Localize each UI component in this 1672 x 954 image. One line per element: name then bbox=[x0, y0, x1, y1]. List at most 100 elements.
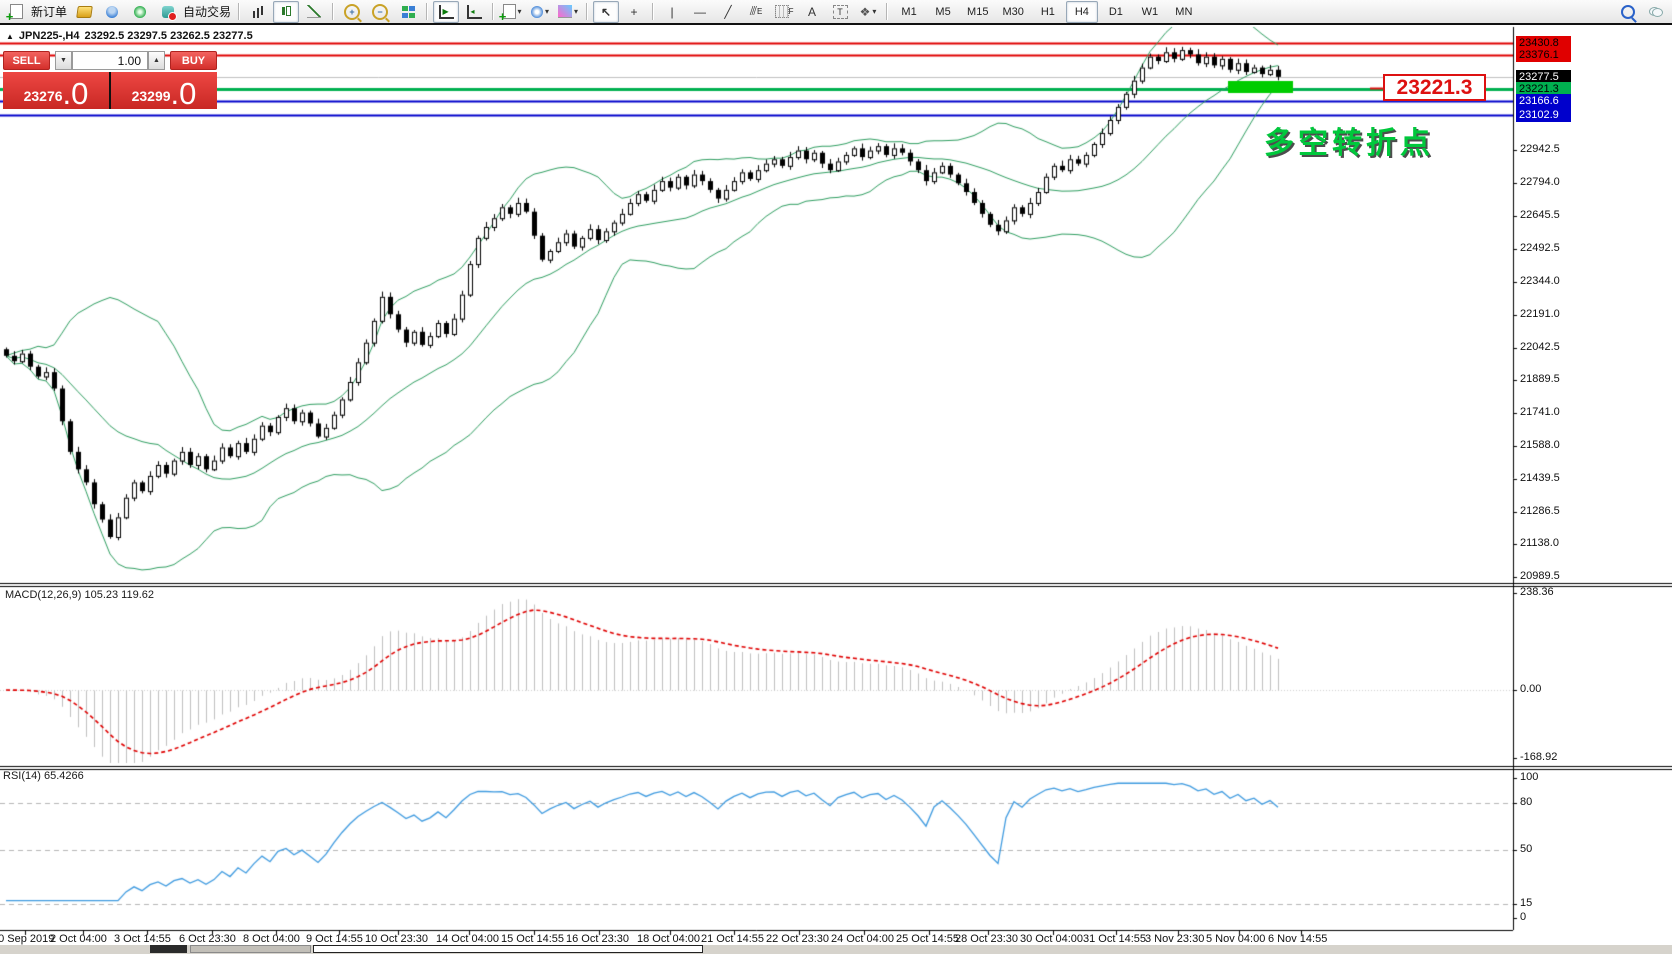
fibo-icon: ⫻ bbox=[750, 4, 757, 19]
chart-tab[interactable] bbox=[313, 945, 703, 953]
new-order-label[interactable]: 新订单 bbox=[31, 3, 67, 20]
price-callout-label[interactable]: 23221.3 bbox=[1383, 74, 1486, 101]
zoom-in-button[interactable]: + bbox=[339, 1, 365, 23]
macd-indicator-label: MACD(12,26,9) 105.23 119.62 bbox=[5, 589, 154, 601]
chart-tab[interactable] bbox=[150, 945, 187, 953]
autotrade-button[interactable] bbox=[155, 1, 181, 23]
cursor-tool[interactable]: ↖ bbox=[593, 1, 619, 23]
axis-tick-label: 22492.5 bbox=[1520, 242, 1560, 254]
accounts-button[interactable] bbox=[99, 1, 125, 23]
bar-chart-button[interactable] bbox=[245, 1, 271, 23]
tile-windows-icon bbox=[402, 6, 415, 18]
date-label: 22 Oct 23:30 bbox=[766, 933, 829, 945]
signals-button[interactable] bbox=[127, 1, 153, 23]
candlestick-chart-button[interactable] bbox=[273, 1, 299, 23]
chat-icon bbox=[1649, 7, 1663, 17]
date-label: 18 Oct 04:00 bbox=[637, 933, 700, 945]
auto-scroll-button[interactable]: ▶ bbox=[433, 1, 459, 23]
auto-scroll-icon: ▶ bbox=[439, 5, 454, 19]
axis-tick-label: 22794.0 bbox=[1520, 176, 1560, 188]
template-dropdown[interactable]: ▾ bbox=[555, 1, 581, 23]
volume-decrease-button[interactable]: ▼ bbox=[55, 51, 72, 70]
axis-tick-label: 21439.5 bbox=[1520, 472, 1560, 484]
mt4-terminal: { "toolbar": { "new_order_label": "新订单",… bbox=[0, 0, 1672, 954]
grid-tool[interactable]: F bbox=[771, 1, 797, 23]
date-label: 3 Oct 14:55 bbox=[114, 933, 171, 945]
hline-tool[interactable]: — bbox=[687, 1, 713, 23]
crosshair-tool[interactable]: + bbox=[621, 1, 647, 23]
date-label: 6 Oct 23:30 bbox=[179, 933, 236, 945]
chart-title: ▲ JPN225-,H4 23292.5 23297.5 23262.5 232… bbox=[6, 30, 253, 42]
rsi-indicator-label: RSI(14) 65.4266 bbox=[3, 770, 84, 782]
text-tool[interactable]: A bbox=[799, 1, 825, 23]
buy-button[interactable]: BUY bbox=[170, 51, 217, 70]
timeframe-h1[interactable]: H1 bbox=[1032, 1, 1064, 23]
buy-price-display[interactable]: 23299 .0 bbox=[111, 72, 217, 109]
separator bbox=[886, 3, 888, 20]
new-chart-dropdown[interactable]: +▾ bbox=[499, 1, 525, 23]
chart-tab[interactable] bbox=[190, 945, 311, 953]
text-label-tool[interactable]: T bbox=[827, 1, 853, 23]
autotrade-label[interactable]: 自动交易 bbox=[183, 3, 231, 20]
template-icon bbox=[558, 5, 572, 18]
timeframe-m1[interactable]: M1 bbox=[893, 1, 925, 23]
timeframe-m15[interactable]: M15 bbox=[961, 1, 994, 23]
axis-tick-label: 0 bbox=[1520, 911, 1526, 923]
trendline-tool[interactable]: ╱ bbox=[715, 1, 741, 23]
volume-input[interactable]: 1.00 bbox=[72, 51, 148, 70]
timeframe-d1[interactable]: D1 bbox=[1100, 1, 1132, 23]
cursor-icon: ↖ bbox=[601, 5, 611, 19]
zoom-out-button[interactable]: − bbox=[367, 1, 393, 23]
separator bbox=[426, 3, 428, 20]
chart-shift-icon: ◂ bbox=[467, 5, 482, 19]
trendline-icon: ╱ bbox=[724, 5, 731, 19]
level-tag: 23102.9 bbox=[1516, 108, 1571, 122]
sell-price-display[interactable]: 23276 .0 bbox=[3, 72, 109, 109]
collapse-triangle-icon[interactable]: ▲ bbox=[6, 32, 14, 41]
sell-button[interactable]: SELL bbox=[3, 51, 50, 70]
turning-point-note[interactable]: 多空转折点 bbox=[1264, 118, 1434, 162]
new-order-button[interactable]: + bbox=[3, 1, 29, 23]
axis-tick-label: 0.00 bbox=[1520, 683, 1541, 695]
market-watch-button[interactable] bbox=[71, 1, 97, 23]
timeframe-m5[interactable]: M5 bbox=[927, 1, 959, 23]
axis-tick-label: 80 bbox=[1520, 796, 1532, 808]
axis-tick-label: 21741.0 bbox=[1520, 406, 1560, 418]
date-label: 5 Nov 04:00 bbox=[1206, 933, 1265, 945]
axis-tick-label: 21286.5 bbox=[1520, 505, 1560, 517]
date-label: 21 Oct 14:55 bbox=[701, 933, 764, 945]
tile-windows-button[interactable] bbox=[395, 1, 421, 23]
shapes-dropdown[interactable]: ❖▾ bbox=[855, 1, 881, 23]
timeframe-h4[interactable]: H4 bbox=[1066, 1, 1098, 23]
period-dropdown[interactable]: ▾ bbox=[527, 1, 553, 23]
date-label: 14 Oct 04:00 bbox=[436, 933, 499, 945]
axis-tick-label: 21889.5 bbox=[1520, 373, 1560, 385]
fibo-tool[interactable]: ⫻E bbox=[743, 1, 769, 23]
search-button[interactable] bbox=[1615, 1, 1641, 23]
chart-ohlc: 23292.5 23297.5 23262.5 23277.5 bbox=[84, 30, 252, 42]
vline-tool[interactable]: | bbox=[659, 1, 685, 23]
hline-icon: — bbox=[694, 5, 706, 19]
market-watch-icon bbox=[76, 6, 93, 18]
line-chart-button[interactable] bbox=[301, 1, 327, 23]
text-label-icon: T bbox=[833, 5, 848, 19]
timeframe-m30[interactable]: M30 bbox=[996, 1, 1029, 23]
main-toolbar: + 新订单 自动交易 + − ▶ ◂ +▾ ▾ ▾ ↖ + | — ╱ ⫻E F… bbox=[0, 0, 1672, 25]
date-label: 28 Oct 23:30 bbox=[955, 933, 1018, 945]
date-label: 9 Oct 14:55 bbox=[306, 933, 363, 945]
date-label: 30 Sep 2019 bbox=[0, 933, 54, 945]
shapes-icon: ❖ bbox=[860, 5, 871, 19]
vline-icon: | bbox=[670, 5, 673, 19]
separator bbox=[238, 3, 240, 20]
chart-shift-button[interactable]: ◂ bbox=[461, 1, 487, 23]
volume-increase-button[interactable]: ▲ bbox=[148, 51, 165, 70]
line-chart-icon bbox=[307, 5, 321, 18]
timeframe-group: M1M5M15M30H1H4D1W1MN bbox=[892, 1, 1201, 23]
date-label: 25 Oct 14:55 bbox=[896, 933, 959, 945]
axis-tick-label: 22042.5 bbox=[1520, 341, 1560, 353]
timeframe-mn[interactable]: MN bbox=[1168, 1, 1200, 23]
separator bbox=[652, 3, 654, 20]
chat-button[interactable] bbox=[1643, 1, 1669, 23]
signals-icon bbox=[134, 6, 146, 18]
timeframe-w1[interactable]: W1 bbox=[1134, 1, 1166, 23]
